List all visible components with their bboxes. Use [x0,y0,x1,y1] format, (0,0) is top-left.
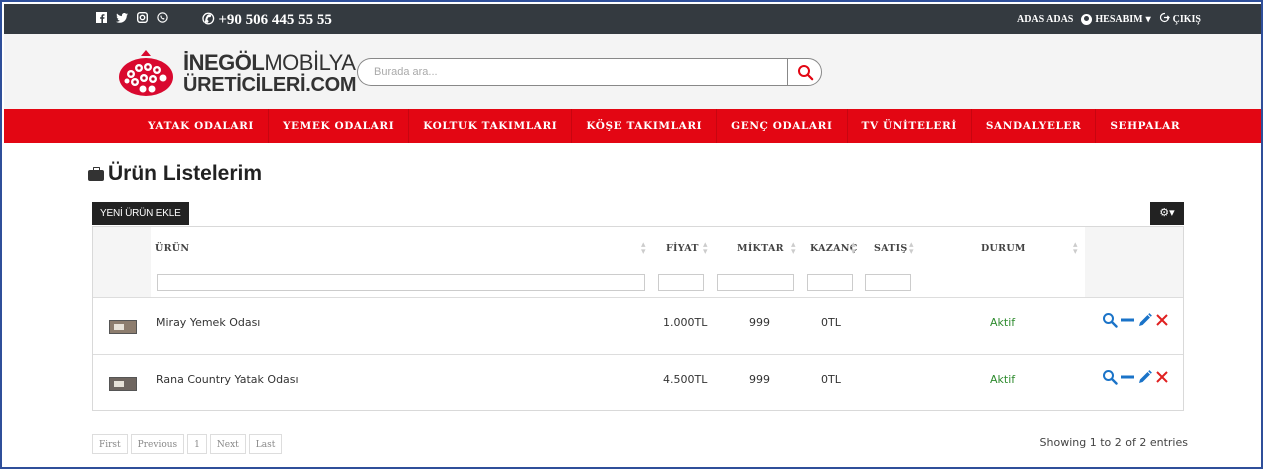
sort-icon[interactable]: ▴ ▾ [703,240,708,256]
facebook-icon[interactable] [96,11,107,27]
delete-icon[interactable] [1155,312,1169,328]
pomegranate-logo-icon [119,50,173,96]
filter-input-quantity[interactable] [717,274,794,291]
sort-icon[interactable]: ▴ ▾ [851,240,856,256]
account-menu[interactable]: HESABIM ▾ [1081,13,1151,25]
next-page-button[interactable]: Next [209,434,246,454]
sort-icon[interactable]: ▴ ▾ [791,240,796,256]
nav-item-koltuk-takimlari[interactable]: KOLTUK TAKIMLARI [409,109,573,143]
filter-input-sales[interactable] [865,274,911,291]
logo-line-1: İNEGÖLMOBİLYA [183,50,356,75]
edit-icon[interactable] [1137,312,1152,328]
view-icon[interactable] [1102,369,1118,385]
product-price: 1.000TL [663,316,708,329]
edit-icon[interactable] [1137,369,1152,385]
sort-icon[interactable]: ▴ ▾ [909,240,914,256]
last-page-button[interactable]: Last [248,434,283,454]
row-actions [1102,312,1169,328]
sort-icon[interactable]: ▴ ▾ [1073,240,1078,256]
entries-info: Showing 1 to 2 of 2 entries [1039,436,1188,449]
briefcase-icon [88,167,104,181]
table-row: Rana Country Yatak Odası 4.500TL 999 0TL… [93,354,1183,411]
minus-icon[interactable] [1121,312,1134,328]
caret-down-icon: ▾ [1145,13,1151,25]
nav-item-kose-takimlari[interactable]: KÖŞE TAKIMLARI [572,109,718,143]
status-badge: Aktif [990,316,1016,329]
account-area: ADAS ADAS HESABIM ▾ ÇIKIŞ [1017,12,1201,26]
pagination: First Previous 1 Next Last [92,434,283,454]
column-header-price[interactable]: FİYAT [666,243,699,254]
product-earning: 0TL [821,373,841,386]
first-page-button[interactable]: First [92,434,128,454]
nav-item-sandalyeler[interactable]: SANDALYELER [972,109,1097,143]
logout-icon [1159,12,1170,26]
product-name: Rana Country Yatak Odası [156,373,299,386]
column-header-status[interactable]: DURUM [981,243,1026,254]
sort-icon[interactable]: ▴ ▾ [641,240,646,256]
minus-icon[interactable] [1121,369,1134,385]
nav-item-sehpalar[interactable]: SEHPALAR [1096,109,1194,143]
add-product-button[interactable]: YENİ ÜRÜN EKLE [92,202,189,225]
site-header: İNEGÖLMOBİLYA ÜRETİCİLERİ.COM [4,34,1261,109]
twitter-icon[interactable] [116,11,128,27]
user-icon [1081,13,1093,25]
view-icon[interactable] [1102,312,1118,328]
product-thumbnail[interactable] [109,320,137,334]
nav-item-yemek-odalari[interactable]: YEMEK ODALARI [269,109,410,143]
filter-input-product[interactable] [157,274,645,291]
nav-item-yatak-odalari[interactable]: YATAK ODALARI [134,109,269,143]
product-table: ÜRÜN ▴ ▾ FİYAT ▴ ▾ MİKTAR ▴ ▾ KAZANÇ ▴ ▾ SAT… [92,226,1184,411]
nav-item-tv-uniteleri[interactable]: TV ÜNİTELERİ [848,109,972,143]
app-frame: ✆ +90 506 445 55 55 ADAS ADAS HESABIM ▾ … [0,0,1263,469]
top-bar: ✆ +90 506 445 55 55 ADAS ADAS HESABIM ▾ … [4,4,1261,34]
gear-icon: ⚙ [1159,207,1170,219]
table-row: Miray Yemek Odası 1.000TL 999 0TL Aktif [93,297,1183,354]
username: ADAS ADAS [1016,13,1074,25]
product-thumbnail[interactable] [109,377,137,391]
filter-input-earning[interactable] [807,274,853,291]
site-logo[interactable]: İNEGÖLMOBİLYA ÜRETİCİLERİ.COM [117,44,357,100]
column-header-sales[interactable]: SATIŞ [874,243,908,254]
column-header-quantity[interactable]: MİKTAR [737,243,784,254]
product-quantity: 999 [749,316,770,329]
instagram-icon[interactable] [136,11,149,27]
page-title: Ürün Listelerim [88,162,262,186]
status-badge: Aktif [990,373,1016,386]
table-header: ÜRÜN ▴ ▾ FİYAT ▴ ▾ MİKTAR ▴ ▾ KAZANÇ ▴ ▾ SAT… [93,227,1183,297]
social-links [96,11,168,27]
logout-link[interactable]: ÇIKIŞ [1159,12,1201,26]
search-box [357,58,822,86]
row-actions [1102,369,1169,385]
search-input[interactable] [357,58,789,86]
page-1-button[interactable]: 1 [187,434,207,454]
category-nav: YATAK ODALARI YEMEK ODALARI KOLTUK TAKIM… [4,109,1261,143]
phone-icon: ✆ [202,12,215,28]
product-price: 4.500TL [663,373,708,386]
previous-page-button[interactable]: Previous [130,434,185,454]
phone-number[interactable]: ✆ +90 506 445 55 55 [202,10,332,29]
whatsapp-icon[interactable] [157,11,168,27]
column-header-product[interactable]: ÜRÜN [155,243,189,254]
delete-icon[interactable] [1155,369,1169,385]
filter-input-price[interactable] [658,274,704,291]
product-name: Miray Yemek Odası [156,316,261,329]
table-settings-button[interactable]: ⚙▾ [1150,202,1184,225]
search-icon [798,65,814,81]
product-earning: 0TL [821,316,841,329]
product-quantity: 999 [749,373,770,386]
logo-line-2: ÜRETİCİLERİ.COM [183,74,357,96]
search-button[interactable] [787,58,822,86]
nav-item-genc-odalari[interactable]: GENÇ ODALARI [717,109,848,143]
